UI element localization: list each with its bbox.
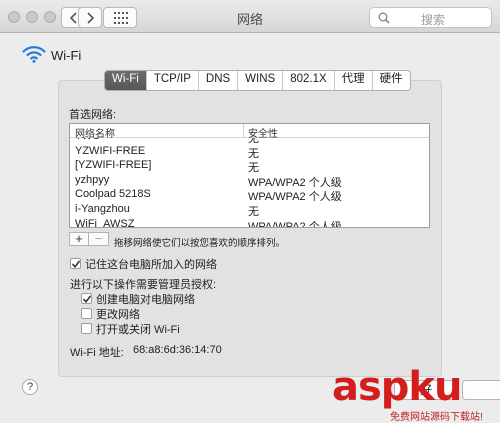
search-placeholder: 搜索 — [421, 13, 446, 27]
tab-tcpip[interactable]: TCP/IP — [147, 71, 199, 90]
checkmark-icon — [83, 295, 91, 303]
preferred-networks-table[interactable]: 网络名称 安全性 TWC 无 YZWIFI-FREE 无 [YZWIFI-FRE… — [69, 123, 430, 228]
add-network-button[interactable]: + — [69, 232, 89, 246]
table-row[interactable]: yzhpyy WPA/WPA2 个人级 — [70, 173, 429, 189]
tab-wifi[interactable]: Wi-Fi — [105, 71, 147, 90]
wifi-address-value: 68:a8:6d:36:14:70 — [133, 344, 222, 356]
search-icon — [378, 12, 390, 24]
preferred-networks-label: 首选网络: — [69, 109, 117, 121]
help-button[interactable]: ? — [22, 379, 38, 395]
checkmark-icon — [72, 260, 80, 268]
network-name: [YZWIFI-FREE] — [75, 159, 152, 172]
table-row[interactable]: i-Yangzhou 无 — [70, 202, 429, 218]
network-security: WPA/WPA2 个人级 — [248, 220, 342, 228]
admin-auth-label: 进行以下操作需要管理员授权: — [70, 279, 217, 291]
tab-dns[interactable]: DNS — [199, 71, 239, 90]
tab-proxy[interactable]: 代理 — [335, 71, 373, 90]
wifi-icon — [22, 46, 46, 63]
tab-hardware[interactable]: 硬件 — [373, 71, 410, 90]
change-networks-checkbox[interactable] — [81, 308, 92, 319]
create-computer-network-checkbox[interactable] — [81, 293, 92, 304]
table-row[interactable]: WiFi_AWSZ WPA/WPA2 个人级 — [70, 217, 429, 228]
tab-bar: Wi-Fi TCP/IP DNS WINS 802.1X 代理 硬件 — [104, 70, 411, 91]
watermark: aspku 免费网站源码下载站! — [332, 364, 500, 423]
table-row[interactable]: Coolpad 5218S WPA/WPA2 个人级 — [70, 187, 429, 203]
tab-wins[interactable]: WINS — [238, 71, 284, 90]
remember-networks-checkbox[interactable] — [70, 258, 81, 269]
title-bar: 网络 搜索 — [0, 0, 500, 33]
remember-networks-label: 记住这台电脑所加入的网络 — [85, 259, 217, 271]
search-field[interactable]: 搜索 — [369, 7, 492, 28]
network-name: YZWIFI-FREE — [75, 144, 146, 157]
list-edit-controls: + − — [69, 232, 109, 246]
network-name: i-Yangzhou — [75, 202, 130, 215]
wifi-address-label: Wi-Fi 地址: — [70, 347, 124, 359]
column-header-security[interactable]: 安全性 — [248, 125, 278, 140]
column-divider — [243, 124, 244, 138]
table-rows: TWC 无 YZWIFI-FREE 无 [YZWIFI-FREE] 无 yzhp… — [70, 130, 429, 228]
tab-8021x[interactable]: 802.1X — [283, 71, 335, 90]
network-name: WiFi_AWSZ — [75, 217, 135, 228]
table-row[interactable]: [YZWIFI-FREE] 无 — [70, 158, 429, 174]
table-row[interactable]: YZWIFI-FREE 无 — [70, 144, 429, 160]
service-title: Wi-Fi — [51, 48, 82, 63]
network-name: Coolpad 5218S — [75, 188, 151, 201]
watermark-logo: aspku — [332, 364, 463, 410]
toggle-wifi-checkbox[interactable] — [81, 323, 92, 334]
create-computer-network-label: 创建电脑对电脑网络 — [96, 294, 195, 306]
change-networks-label: 更改网络 — [96, 309, 140, 321]
toggle-wifi-label: 打开或关闭 Wi-Fi — [96, 324, 180, 336]
table-header: 网络名称 安全性 — [70, 124, 429, 140]
network-name: yzhpyy — [75, 173, 110, 186]
column-header-name[interactable]: 网络名称 — [75, 125, 115, 140]
remove-network-button[interactable]: − — [89, 232, 109, 246]
drag-hint: 拖移网络使它们以按您喜欢的顺序排列。 — [114, 238, 286, 249]
watermark-subtitle: 免费网站源码下载站! — [390, 412, 483, 423]
